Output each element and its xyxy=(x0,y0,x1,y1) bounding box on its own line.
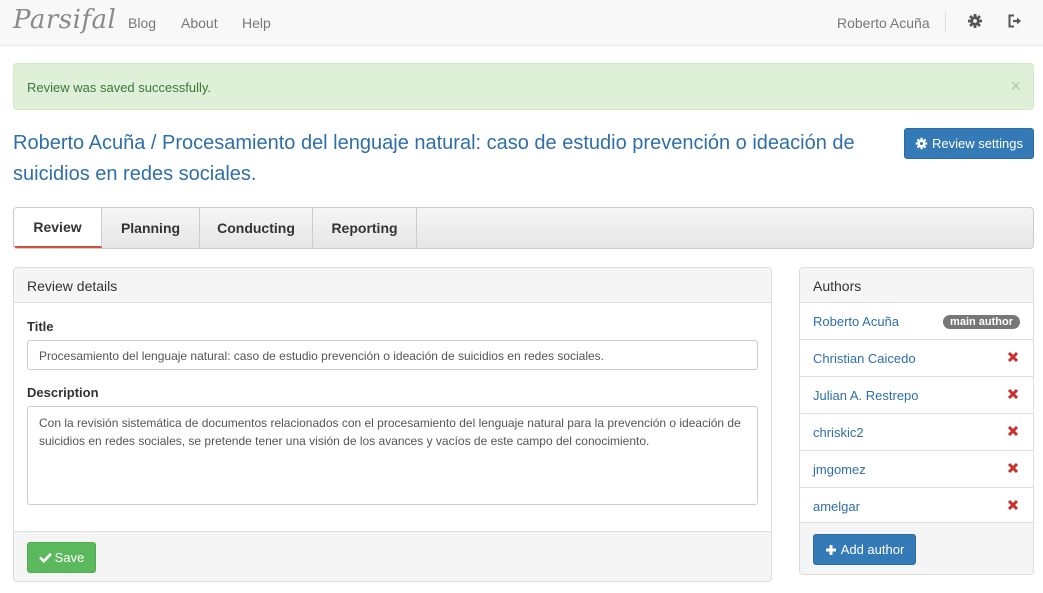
author-row: Roberto Acuña main author xyxy=(800,303,1033,340)
author-row: Julian A. Restrepo xyxy=(800,377,1033,414)
author-name[interactable]: Christian Caicedo xyxy=(813,351,916,366)
tab-conducting-label: Conducting xyxy=(217,220,295,236)
tab-review-label: Review xyxy=(33,219,82,235)
authors-footer: Add author xyxy=(800,522,1033,574)
author-row: Christian Caicedo xyxy=(800,340,1033,377)
review-details-panel: Review details Title Procesamiento del l… xyxy=(13,267,772,582)
tab-review[interactable]: Review xyxy=(14,208,102,248)
top-navbar: Parsifal Blog About Help Roberto Acuña xyxy=(0,0,1043,46)
review-settings-label: Review settings xyxy=(931,136,1024,151)
author-name[interactable]: jmgomez xyxy=(813,462,866,477)
nav-link-help[interactable]: Help xyxy=(242,15,271,31)
add-author-button[interactable]: Add author xyxy=(813,534,916,565)
tab-conducting[interactable]: Conducting xyxy=(200,208,313,248)
description-label: Description xyxy=(27,385,99,400)
title-input[interactable]: Procesamiento del lenguaje natural: caso… xyxy=(27,340,758,370)
review-tabs: Review Planning Conducting Reporting xyxy=(13,207,1034,249)
author-row: jmgomez xyxy=(800,451,1033,488)
main-author-badge: main author xyxy=(943,315,1020,329)
title-label: Title xyxy=(27,319,54,334)
remove-author-icon[interactable] xyxy=(1007,462,1019,474)
review-details-footer: Save xyxy=(14,531,771,581)
author-name[interactable]: Julian A. Restrepo xyxy=(813,388,919,403)
review-details-heading: Review details xyxy=(14,268,771,303)
description-textarea[interactable]: Con la revisión sistemática de documento… xyxy=(27,406,758,505)
page-title: Roberto Acuña / Procesamiento del lengua… xyxy=(13,132,855,185)
gear-icon[interactable] xyxy=(967,13,985,31)
remove-author-icon[interactable] xyxy=(1007,499,1019,511)
gear-icon xyxy=(915,137,928,150)
remove-author-icon[interactable] xyxy=(1007,351,1019,363)
nav-divider xyxy=(945,12,946,32)
nav-link-about[interactable]: About xyxy=(181,15,218,31)
tab-reporting-label: Reporting xyxy=(331,220,398,236)
author-name[interactable]: Roberto Acuña xyxy=(813,314,899,329)
save-button[interactable]: Save xyxy=(27,542,96,573)
author-row: amelgar xyxy=(800,488,1033,525)
authors-panel: Authors Roberto Acuña main author Christ… xyxy=(799,267,1034,575)
nav-link-blog[interactable]: Blog xyxy=(128,15,156,31)
plus-icon xyxy=(825,544,836,555)
author-name[interactable]: amelgar xyxy=(813,499,860,514)
author-row: chriskic2 xyxy=(800,414,1033,451)
brand-logo[interactable]: Parsifal xyxy=(13,5,116,35)
success-alert: Review was saved successfully. × xyxy=(13,63,1034,110)
check-icon xyxy=(38,552,52,563)
tab-reporting[interactable]: Reporting xyxy=(313,208,417,248)
alert-message: Review was saved successfully. xyxy=(27,80,211,95)
close-icon[interactable]: × xyxy=(1010,77,1021,95)
sign-out-icon[interactable] xyxy=(1007,13,1025,31)
add-author-label: Add author xyxy=(840,542,905,557)
remove-author-icon[interactable] xyxy=(1007,425,1019,437)
nav-user-name[interactable]: Roberto Acuña xyxy=(837,15,930,31)
review-settings-button[interactable]: Review settings xyxy=(904,128,1034,159)
tab-planning[interactable]: Planning xyxy=(102,208,200,248)
save-button-label: Save xyxy=(54,550,85,565)
author-name[interactable]: chriskic2 xyxy=(813,425,864,440)
authors-heading: Authors xyxy=(800,268,1033,303)
remove-author-icon[interactable] xyxy=(1007,388,1019,400)
tab-planning-label: Planning xyxy=(120,220,181,236)
